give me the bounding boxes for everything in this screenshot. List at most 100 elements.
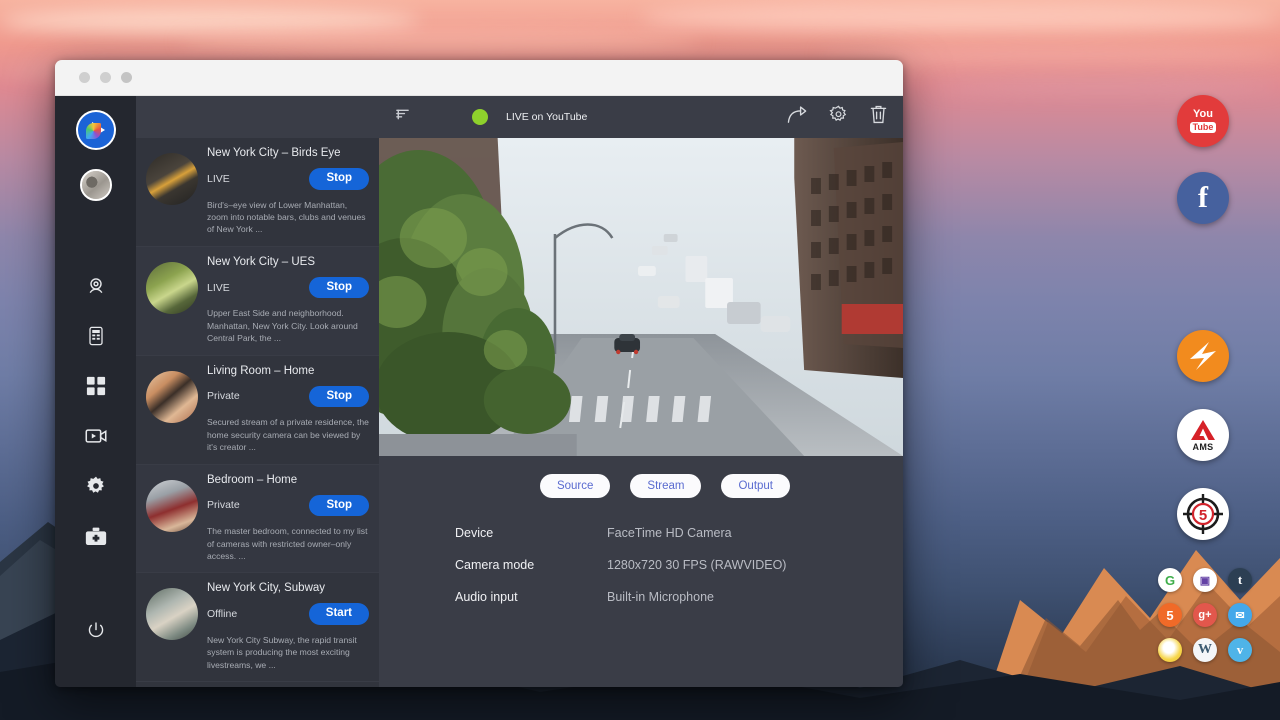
mobile-device-icon bbox=[87, 326, 105, 346]
gear-icon bbox=[86, 476, 106, 496]
list-item[interactable]: New York City, Subway Offline Start New … bbox=[136, 573, 379, 682]
detail-key: Camera mode bbox=[455, 558, 607, 572]
youtube-you-text: You bbox=[1193, 109, 1213, 120]
webcam-icon bbox=[86, 276, 106, 296]
camera-thumbnail bbox=[146, 262, 198, 314]
desktop: New York City – Birds Eye LIVE Stop Bird… bbox=[0, 0, 1280, 720]
list-item[interactable]: Bedroom – Home Private Stop The master b… bbox=[136, 465, 379, 574]
list-item[interactable]: Living Room – Home Private Stop Secured … bbox=[136, 356, 379, 465]
user-avatar[interactable] bbox=[80, 169, 112, 201]
camera-list-header bbox=[136, 96, 379, 138]
camera-description: Secured stream of a private residence, t… bbox=[207, 416, 369, 453]
gear-icon[interactable] bbox=[829, 105, 848, 129]
sidebar-item-cameras[interactable] bbox=[72, 261, 120, 311]
desktop-mini-icon-wordpress[interactable]: W bbox=[1193, 638, 1217, 662]
camera-title: Living Room – Home bbox=[207, 365, 369, 377]
camera-state: Offline bbox=[207, 608, 237, 620]
adobe-a-icon bbox=[1190, 419, 1216, 441]
detail-row-camera-mode: Camera mode 1280x720 30 FPS (RAWVIDEO) bbox=[379, 558, 903, 572]
desktop-icon-target-five[interactable]: 5 bbox=[1177, 488, 1229, 540]
video-preview[interactable] bbox=[379, 138, 903, 456]
camera-action-button[interactable]: Stop bbox=[309, 168, 369, 190]
desktop-icon-facebook[interactable]: f bbox=[1177, 172, 1229, 224]
camera-thumbnail bbox=[146, 153, 198, 205]
desktop-mini-icon-snapchat[interactable] bbox=[1158, 638, 1182, 662]
camera-action-button[interactable]: Stop bbox=[309, 277, 369, 299]
trash-icon[interactable] bbox=[870, 105, 887, 129]
desktop-mini-icon-five[interactable]: 5 bbox=[1158, 603, 1182, 627]
live-status-label: LIVE on YouTube bbox=[506, 111, 587, 123]
detail-row-audio-input: Audio input Built-in Microphone bbox=[379, 590, 903, 604]
lightning-bolt-icon bbox=[1183, 336, 1223, 376]
camera-thumbnail bbox=[146, 371, 198, 423]
detail-key: Audio input bbox=[455, 590, 607, 604]
list-item[interactable]: New York City – Birds Eye LIVE Stop Bird… bbox=[136, 138, 379, 247]
camera-action-button[interactable]: Stop bbox=[309, 495, 369, 517]
camera-state: Private bbox=[207, 390, 240, 402]
camera-title: Bedroom – Home bbox=[207, 474, 369, 486]
camera-thumbnail bbox=[146, 588, 198, 640]
camera-description: Bird's–eye view of Lower Manhattan, zoom… bbox=[207, 199, 369, 236]
camera-title: New York City – Birds Eye bbox=[207, 147, 369, 159]
sidebar-item-device[interactable] bbox=[72, 311, 120, 361]
camera-action-button[interactable]: Stop bbox=[309, 386, 369, 408]
tab-stream[interactable]: Stream bbox=[630, 474, 701, 498]
detail-value[interactable]: FaceTime HD Camera bbox=[607, 526, 732, 540]
maximize-button[interactable] bbox=[121, 72, 132, 83]
cloud bbox=[640, 2, 1280, 32]
app-logo-icon[interactable] bbox=[76, 110, 116, 150]
desktop-icon-wowza[interactable] bbox=[1177, 330, 1229, 382]
desktop-icon-youtube[interactable]: You Tube bbox=[1177, 95, 1229, 147]
tab-output[interactable]: Output bbox=[721, 474, 790, 498]
main-panel: LIVE on YouTube bbox=[379, 96, 903, 687]
sidebar-item-recordings[interactable] bbox=[72, 411, 120, 461]
desktop-mini-icon-tumblr[interactable]: t bbox=[1228, 568, 1252, 592]
camera-thumbnail bbox=[146, 480, 198, 532]
svg-text:5: 5 bbox=[1199, 507, 1207, 524]
detail-row-device: Device FaceTime HD Camera bbox=[379, 526, 903, 540]
app-window: New York City – Birds Eye LIVE Stop Bird… bbox=[55, 60, 903, 687]
camera-list-panel: New York City – Birds Eye LIVE Stop Bird… bbox=[136, 96, 379, 687]
live-status-dot bbox=[472, 109, 488, 125]
sidebar-item-settings[interactable] bbox=[72, 461, 120, 511]
desktop-mini-icon-twitter[interactable]: ✉ bbox=[1228, 603, 1252, 627]
logo-swirl bbox=[86, 123, 101, 139]
camera-state: LIVE bbox=[207, 173, 230, 185]
desktop-mini-icon-vimeo[interactable]: v bbox=[1228, 638, 1252, 662]
camera-title: New York City, Subway bbox=[207, 582, 369, 594]
sidebar-item-support[interactable] bbox=[72, 511, 120, 561]
main-toolbar: LIVE on YouTube bbox=[379, 96, 903, 138]
sort-icon[interactable] bbox=[395, 107, 410, 127]
close-button[interactable] bbox=[79, 72, 90, 83]
facebook-f-glyph: f bbox=[1198, 183, 1208, 213]
cloud bbox=[930, 78, 1280, 94]
sidebar-rail bbox=[55, 96, 136, 687]
detail-value[interactable]: 1280x720 30 FPS (RAWVIDEO) bbox=[607, 558, 786, 572]
window-titlebar bbox=[55, 60, 903, 96]
desktop-mini-icon-g[interactable]: G bbox=[1158, 568, 1182, 592]
desktop-mini-icon-google-plus[interactable]: g+ bbox=[1193, 603, 1217, 627]
desktop-mini-icon-twitch[interactable]: ▣ bbox=[1193, 568, 1217, 592]
camera-action-button[interactable]: Start bbox=[309, 603, 369, 625]
sidebar-item-power[interactable] bbox=[72, 605, 120, 655]
sidebar-item-dashboard[interactable] bbox=[72, 361, 120, 411]
list-item[interactable]: New York City – UES LIVE Stop Upper East… bbox=[136, 247, 379, 356]
segment-control: Source Stream Output bbox=[427, 474, 903, 498]
youtube-tube-text: Tube bbox=[1190, 122, 1217, 133]
detail-key: Device bbox=[455, 526, 607, 540]
first-aid-kit-icon bbox=[85, 527, 107, 546]
tab-source[interactable]: Source bbox=[540, 474, 610, 498]
video-icon bbox=[85, 427, 107, 445]
camera-list-scroll[interactable]: New York City – Birds Eye LIVE Stop Bird… bbox=[136, 138, 379, 687]
video-frame bbox=[379, 138, 903, 456]
detail-value[interactable]: Built-in Microphone bbox=[607, 590, 714, 604]
camera-description: Upper East Side and neighborhood. Manhat… bbox=[207, 307, 369, 344]
camera-description: The master bedroom, connected to my list… bbox=[207, 525, 369, 562]
camera-state: LIVE bbox=[207, 282, 230, 294]
ams-label: AMS bbox=[1193, 442, 1214, 452]
desktop-icon-adobe-ams[interactable]: AMS bbox=[1177, 409, 1229, 461]
minimize-button[interactable] bbox=[100, 72, 111, 83]
share-arrow-icon[interactable] bbox=[787, 106, 807, 129]
cloud bbox=[180, 30, 700, 52]
target-crosshair-icon: 5 bbox=[1181, 492, 1225, 536]
